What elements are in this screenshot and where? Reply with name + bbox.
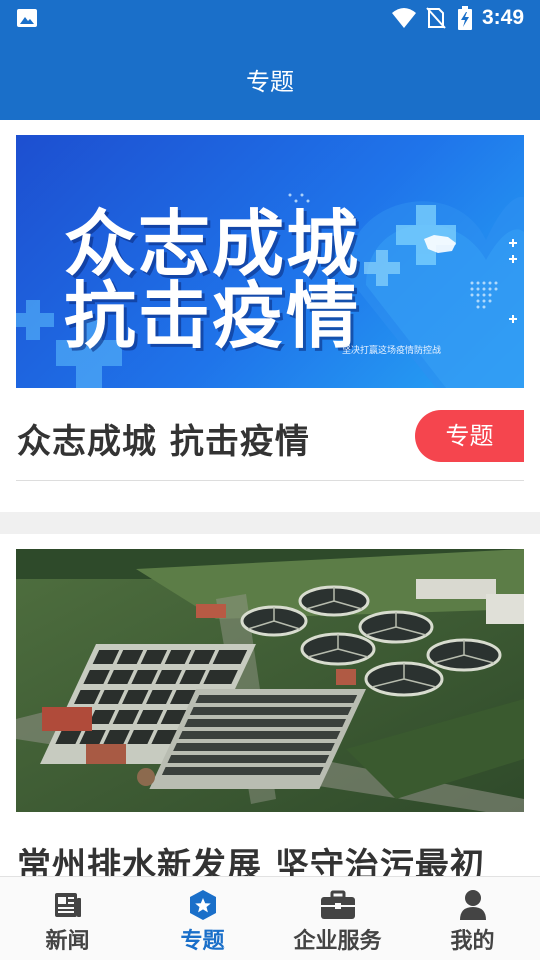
topic-banner-image[interactable]: 众志成城 抗击疫情 坚决打赢这场疫情防控战: [16, 135, 524, 388]
section-separator: [0, 512, 540, 534]
water-treatment-plant-photo: [16, 549, 524, 812]
topic-list[interactable]: 众志成城 抗击疫情 坚决打赢这场疫情防控战 众志成城 抗击疫情 专题 常州排水新…: [0, 120, 540, 876]
nav-label-me: 我的: [450, 929, 495, 954]
nav-item-news[interactable]: 新闻: [0, 877, 135, 960]
divider: [16, 480, 524, 481]
status-bar: 3:49: [0, 0, 540, 36]
status-time: 3:49: [482, 6, 525, 29]
banner-headline-2: 抗击疫情: [64, 274, 361, 358]
nav-item-me[interactable]: 我的: [405, 877, 540, 960]
topic-title[interactable]: 常州排水新发展 坚守治污最初: [17, 838, 485, 876]
newspaper-icon: [54, 893, 81, 917]
topic-badge-icon: [189, 890, 216, 920]
nav-label-news: 新闻: [45, 929, 90, 954]
person-icon: [459, 890, 486, 920]
topic-title[interactable]: 众志成城 抗击疫情: [17, 414, 310, 463]
banner-caption: 坚决打赢这场疫情防控战: [342, 346, 442, 356]
nav-label-enterprise-services: 企业服务: [293, 929, 382, 954]
gallery-icon: [17, 9, 37, 27]
app-header: 专题: [0, 36, 540, 120]
briefcase-icon: [320, 890, 355, 919]
nav-item-enterprise-services[interactable]: 企业服务: [270, 877, 405, 960]
page-title: 专题: [246, 68, 294, 96]
wifi-icon: [392, 8, 416, 28]
topic-photo[interactable]: [16, 549, 524, 812]
bottom-navigation: 新闻 专题 企业服务 我的: [0, 876, 540, 960]
no-sim-icon: [426, 7, 446, 29]
nav-item-topics[interactable]: 专题: [135, 877, 270, 960]
battery-charging-icon: [458, 6, 472, 30]
nav-label-topics: 专题: [180, 929, 225, 954]
topic-badge: 专题: [415, 410, 524, 462]
